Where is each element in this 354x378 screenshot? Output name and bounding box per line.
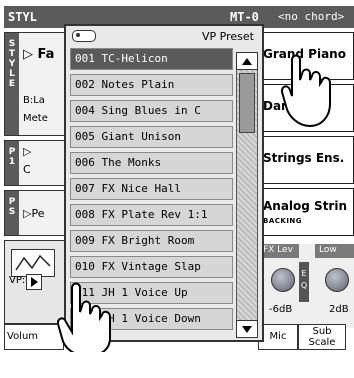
style-name: ▷ Fa: [23, 47, 55, 62]
p1-line: C: [23, 163, 31, 176]
list-item[interactable]: 008 FX Plate Rev 1:1: [70, 204, 233, 226]
waveform-icon: [11, 249, 55, 277]
style-bank-line: B:La: [23, 95, 45, 106]
fx-eq-panel: FX Lev Low E Q -6dB 2dB: [258, 244, 354, 328]
list-item[interactable]: 007 FX Nice Hall: [70, 178, 233, 200]
list-item[interactable]: 001 TC-Helicon: [70, 48, 233, 70]
arrow-up-icon[interactable]: [236, 52, 258, 70]
fx-level-value: -6dB: [269, 304, 293, 315]
style-meter-line: Mete: [23, 113, 48, 124]
preset-scrollbar[interactable]: [236, 52, 258, 338]
style-block[interactable]: S T Y L E ▷ Fa B:La Mete: [4, 32, 70, 136]
tempo-label: MT-0: [230, 10, 259, 24]
cassette-icon: [72, 30, 96, 42]
pad-set-block[interactable]: P S ▷Pe: [4, 190, 70, 236]
low-eq-value: 2dB: [329, 304, 349, 315]
performance-1-code: P 1: [5, 141, 19, 185]
slot-backing-label: BACKING: [263, 217, 303, 225]
popup-header: VP Preset: [66, 26, 262, 46]
low-eq-knob[interactable]: [325, 268, 349, 292]
vp-label: VP:: [9, 275, 26, 286]
slot-analog-name: Analog Strin: [263, 199, 348, 213]
scroll-thumb[interactable]: [239, 73, 255, 133]
pad-set-name: ▷Pe: [23, 207, 45, 220]
popup-title: VP Preset: [202, 30, 254, 43]
list-item[interactable]: 006 The Monks: [70, 152, 233, 174]
p1-arrow: ▷: [23, 145, 32, 158]
performance-1-block[interactable]: P 1 ▷ C: [4, 140, 70, 186]
list-item[interactable]: 009 FX Bright Room: [70, 230, 233, 252]
tab-sub-scale[interactable]: Sub Scale: [298, 324, 346, 350]
keyboard-display: STYL MT-0 <no chord> S T Y L E ▷ Fa B:La…: [4, 6, 354, 352]
sub-scale-line2: Scale: [308, 337, 336, 348]
pad-set-code: P S: [5, 191, 19, 235]
list-item[interactable]: 010 FX Vintage Slap: [70, 256, 233, 278]
list-item[interactable]: 005 Giant Unison: [70, 126, 233, 148]
tab-mic[interactable]: Mic: [258, 324, 298, 350]
pointing-hand-icon: [280, 54, 331, 128]
pointing-hand-icon: [56, 282, 111, 352]
sub-scale-line1: Sub: [312, 326, 332, 337]
fx-level-label: FX Lev: [259, 244, 299, 258]
arrow-down-icon[interactable]: [236, 320, 258, 338]
vp-play-button[interactable]: [26, 274, 42, 290]
chord-indicator: <no chord>: [278, 10, 345, 23]
list-item[interactable]: 004 Sing Blues in C: [70, 100, 233, 122]
style-play-title: STYL: [8, 10, 37, 24]
fx-level-knob[interactable]: [271, 268, 295, 292]
style-code-label: S T Y L E: [5, 33, 19, 135]
list-item[interactable]: 002 Notes Plain: [70, 74, 233, 96]
slot-strings-ens[interactable]: Strings Ens.: [258, 136, 354, 184]
low-eq-label: Low: [315, 244, 354, 258]
slot-analog-strings[interactable]: Analog Strin BACKING: [258, 188, 354, 236]
eq-label: E Q: [299, 262, 309, 302]
slot-strings-name: Strings Ens.: [263, 151, 345, 165]
